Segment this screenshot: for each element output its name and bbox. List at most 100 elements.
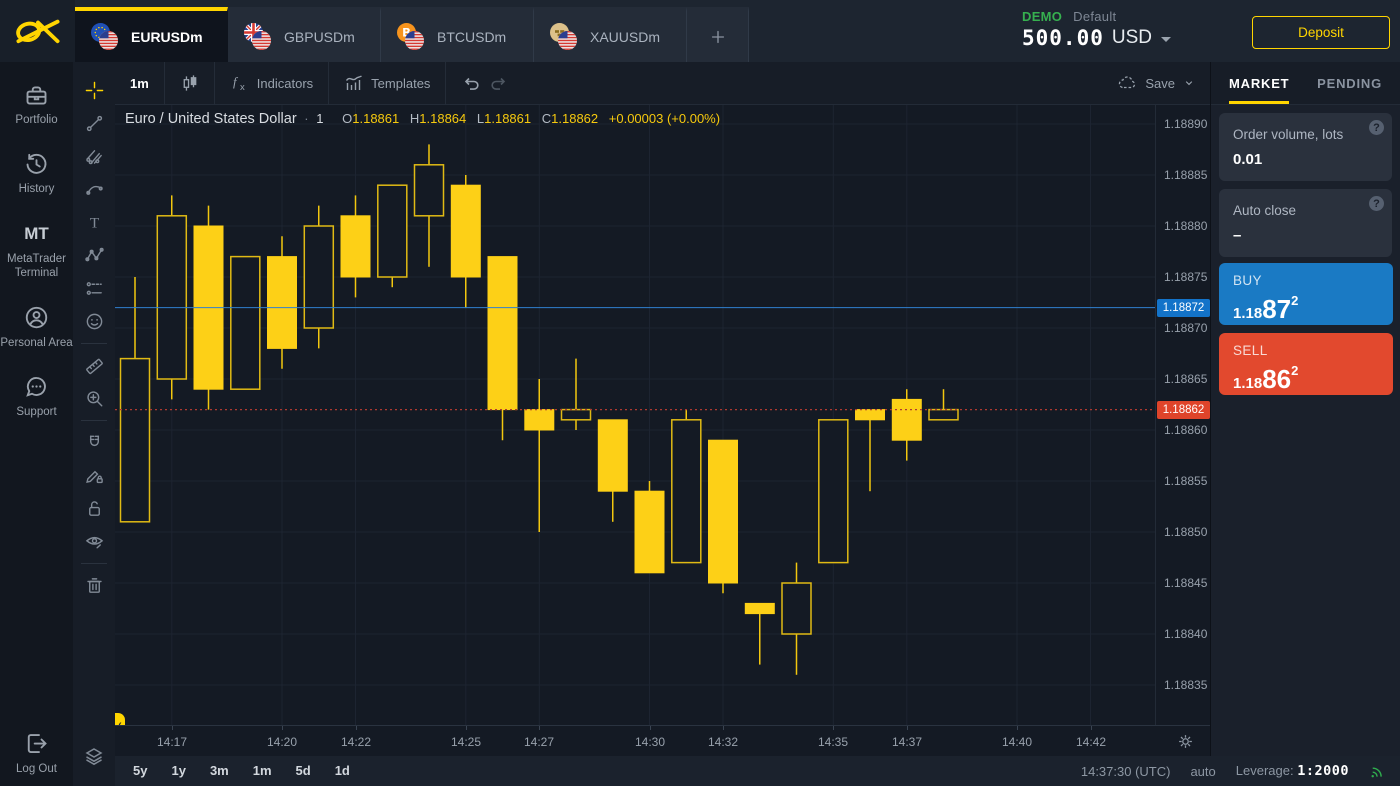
indicators-label: Indicators — [257, 76, 313, 91]
sell-label: SELL — [1233, 343, 1379, 358]
tool-hide-drawings[interactable] — [73, 525, 115, 558]
add-symbol-tab[interactable] — [687, 7, 749, 62]
gear-icon — [1177, 733, 1194, 750]
tab-EURUSDm[interactable]: EURUSDm — [75, 7, 228, 62]
tab-pending[interactable]: PENDING — [1317, 62, 1382, 104]
low-value: 1.18861 — [484, 111, 531, 126]
volume-help-icon[interactable]: ? — [1369, 120, 1384, 135]
leverage-label: Leverage: — [1236, 763, 1294, 778]
order-panel: MARKET PENDING ? Order volume, lots 0.01… — [1210, 62, 1400, 756]
remove-drawings-icon — [85, 576, 104, 595]
redo-button[interactable] — [485, 62, 524, 105]
range-button-1d[interactable]: 1d — [335, 763, 350, 778]
tool-trend-line[interactable] — [73, 107, 115, 140]
sidebar-item-portfolio[interactable]: Portfolio — [15, 82, 57, 127]
range-button-1y[interactable]: 1y — [171, 763, 185, 778]
legend-timeframe: 1 — [316, 111, 331, 126]
low-label: L — [470, 111, 484, 126]
us-flag-icon — [558, 31, 577, 50]
range-button-5y[interactable]: 5y — [133, 763, 147, 778]
sidebar-item-label: Log Out — [16, 762, 57, 776]
templates-button[interactable]: Templates — [329, 62, 446, 105]
account-currency: USD — [1112, 27, 1152, 49]
range-button-3m[interactable]: 3m — [210, 763, 229, 778]
tool-remove-drawings[interactable] — [73, 569, 115, 602]
order-volume-field[interactable]: ? Order volume, lots 0.01 — [1219, 113, 1392, 181]
tool-crosshair[interactable] — [73, 74, 115, 107]
tab-BTCUSDm[interactable]: BBTCUSDm — [381, 7, 534, 62]
sidebar-item-log-out[interactable]: Log Out — [16, 731, 57, 776]
chart-toolbar: 1m f x Indicators Templates — [115, 62, 1210, 105]
price-tick-label: 1.18890 — [1164, 117, 1207, 131]
tool-lock[interactable] — [73, 492, 115, 525]
panel-collapse-handle[interactable]: ‹ — [115, 713, 125, 725]
legend-separator: · — [300, 111, 312, 126]
tool-forecast[interactable] — [73, 272, 115, 305]
tool-zoom-in[interactable] — [73, 382, 115, 415]
sell-button[interactable]: SELL 1.18862 — [1219, 333, 1393, 395]
auto-scale-toggle[interactable]: auto — [1190, 764, 1215, 779]
range-button-5d[interactable]: 5d — [296, 763, 311, 778]
tab-label: XAUUSDm — [590, 29, 660, 45]
price-tick-label: 1.18855 — [1164, 474, 1207, 488]
tool-object-tree[interactable] — [73, 739, 115, 772]
chart-style-button[interactable] — [165, 62, 215, 105]
buy-button[interactable]: BUY 1.18872 — [1219, 263, 1393, 325]
balance-line[interactable]: 500.00 USD — [1022, 26, 1182, 50]
undo-button[interactable] — [446, 62, 485, 105]
axis-settings-button[interactable] — [1177, 733, 1194, 750]
chart-canvas[interactable]: Euro / United States Dollar · 1 O1.18861… — [115, 105, 1155, 725]
indicators-button[interactable]: f x Indicators — [215, 62, 329, 105]
account-profile: Default — [1073, 9, 1116, 24]
tool-ruler[interactable] — [73, 349, 115, 382]
deposit-button[interactable]: Deposit — [1252, 16, 1390, 49]
tool-multi-line[interactable] — [73, 140, 115, 173]
sidebar-item-history[interactable]: History — [19, 151, 55, 196]
tool-text[interactable]: T — [73, 206, 115, 239]
tab-label: GBPUSDm — [284, 29, 355, 45]
time-tick-label: 14:32 — [708, 735, 738, 749]
tab-label: BTCUSDm — [437, 29, 506, 45]
exness-logo-icon — [15, 13, 61, 49]
candles-icon — [180, 74, 199, 93]
logout-icon — [24, 731, 49, 756]
crosshair-icon — [85, 81, 104, 100]
tool-curve[interactable] — [73, 173, 115, 206]
range-button-1m[interactable]: 1m — [253, 763, 272, 778]
auto-close-field[interactable]: ? Auto close – — [1219, 189, 1392, 257]
eu-us-flagpair-icon — [91, 23, 121, 51]
time-tick-label: 14:37 — [892, 735, 922, 749]
timeframe-button[interactable]: 1m — [115, 62, 165, 105]
sidebar-item-support[interactable]: Support — [16, 374, 56, 419]
tool-draw-lock[interactable] — [73, 459, 115, 492]
candlestick-chart — [115, 105, 1155, 725]
price-tick-label: 1.18850 — [1164, 525, 1207, 539]
account-selector[interactable]: DEMO Default 500.00 USD — [1022, 9, 1182, 50]
symbol-title: Euro / United States Dollar — [125, 111, 297, 127]
tool-pattern[interactable] — [73, 239, 115, 272]
price-axis[interactable]: 1.188901.188851.188801.188751.188701.188… — [1155, 105, 1210, 725]
sidebar-item-personal-area[interactable]: Personal Area — [0, 305, 72, 350]
person-icon — [24, 305, 49, 330]
fx-icon: f x — [230, 73, 250, 93]
app-logo[interactable] — [0, 0, 75, 62]
xau-us-flagpair-icon — [550, 23, 580, 51]
tool-magnet[interactable] — [73, 426, 115, 459]
tab-GBPUSDm[interactable]: GBPUSDm — [228, 7, 381, 62]
sidebar-item-metatrader-terminal[interactable]: MTMetaTrader Terminal — [0, 221, 73, 281]
time-axis[interactable]: 14:1714:2014:2214:2514:2714:3014:3214:35… — [115, 725, 1210, 756]
tool-emoji[interactable] — [73, 305, 115, 338]
tab-label: EURUSDm — [131, 29, 203, 45]
time-tick-label: 14:22 — [341, 735, 371, 749]
sell-price: 1.18862 — [1233, 359, 1379, 396]
tab-XAUUSDm[interactable]: XAUUSDm — [534, 7, 687, 62]
open-value: 1.18861 — [352, 111, 399, 126]
chart-legend: Euro / United States Dollar · 1 O1.18861… — [125, 111, 720, 127]
auto-close-help-icon[interactable]: ? — [1369, 196, 1384, 211]
save-button[interactable]: Save — [1101, 62, 1210, 105]
tab-market[interactable]: MARKET — [1229, 62, 1289, 104]
svg-text:x: x — [240, 82, 245, 93]
forecast-icon — [85, 279, 104, 298]
connection-status-icon — [1369, 763, 1386, 779]
price-tick-label: 1.18835 — [1164, 678, 1207, 692]
